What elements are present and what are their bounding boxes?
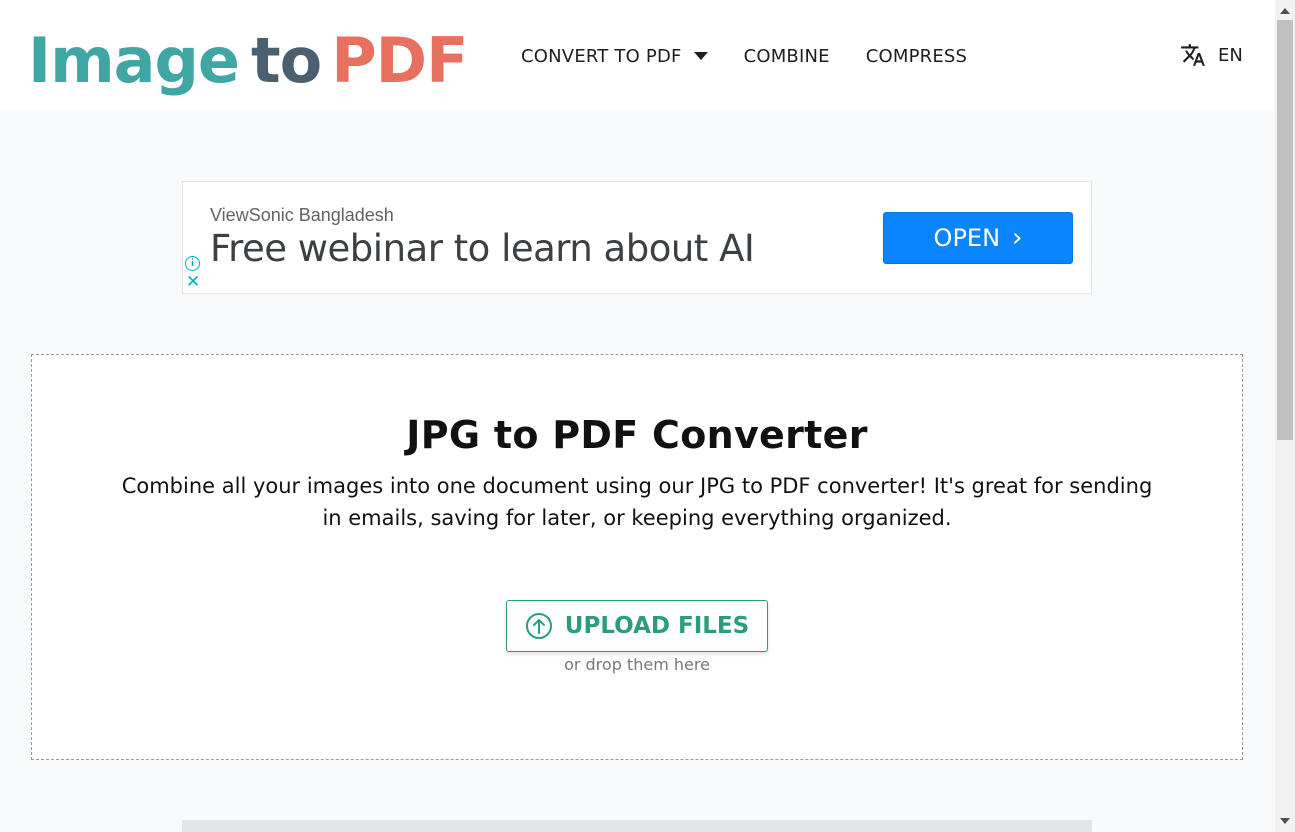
nav-combine-label: COMBINE: [743, 45, 830, 67]
page-title: JPG to PDF Converter: [406, 413, 868, 457]
site-header: Image to PDF CONVERT TO PDF COMBINE COMP…: [0, 0, 1275, 110]
logo-word-image: Image: [28, 24, 240, 97]
nav-compress-label: COMPRESS: [865, 45, 968, 67]
scroll-up-arrow-icon[interactable]: [1280, 8, 1290, 14]
drop-hint: or drop them here: [564, 655, 710, 674]
upload-files-button[interactable]: UPLOAD FILES: [506, 600, 768, 652]
ad-headline[interactable]: Free webinar to learn about AI: [210, 227, 755, 270]
caret-down-icon: [693, 52, 708, 60]
logo-word-pdf: PDF: [331, 24, 468, 97]
ad-close-icon[interactable]: ✕: [186, 274, 200, 291]
logo-word-to: to: [250, 24, 322, 97]
main-nav: CONVERT TO PDF COMBINE COMPRESS: [521, 44, 967, 68]
page-description: Combine all your images into one documen…: [121, 474, 1153, 530]
site-logo[interactable]: Image to PDF: [28, 16, 468, 97]
language-code: EN: [1218, 44, 1243, 66]
nav-combine[interactable]: COMBINE: [744, 44, 830, 68]
nav-compress[interactable]: COMPRESS: [866, 44, 967, 68]
ad-info-icon[interactable]: i: [185, 256, 200, 271]
ad-open-button[interactable]: OPEN ›: [883, 212, 1073, 264]
ad-advertiser: ViewSonic Bangladesh: [210, 205, 394, 225]
nav-convert-to-pdf-label: CONVERT TO PDF: [521, 45, 682, 67]
ad-open-label: OPEN: [933, 224, 1001, 252]
bottom-ad-placeholder: [182, 820, 1092, 832]
language-selector[interactable]: EN: [1180, 42, 1243, 68]
upload-files-label: UPLOAD FILES: [564, 613, 750, 639]
scroll-down-arrow-icon[interactable]: [1280, 818, 1290, 824]
upload-dropzone[interactable]: JPG to PDF Converter Combine all your im…: [31, 354, 1243, 760]
upload-arrow-icon: [525, 613, 552, 639]
scrollbar-thumb[interactable]: [1277, 20, 1293, 440]
scrollbar[interactable]: [1275, 0, 1295, 832]
chevron-right-icon: ›: [1012, 223, 1023, 253]
ad-banner[interactable]: ViewSonic Bangladesh Free webinar to lea…: [182, 181, 1092, 294]
nav-convert-to-pdf[interactable]: CONVERT TO PDF: [521, 44, 708, 68]
translate-icon: [1181, 44, 1205, 66]
